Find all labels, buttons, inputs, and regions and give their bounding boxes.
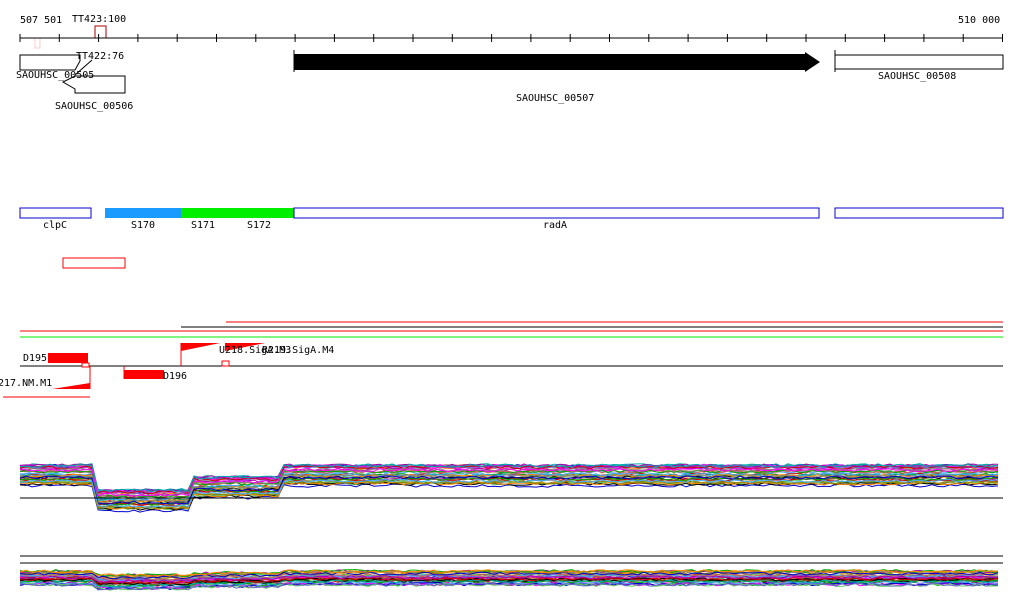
ruler-end-label: 510 000: [958, 15, 1000, 26]
motif-M1[interactable]: [52, 383, 90, 389]
motif-D196[interactable]: [124, 370, 164, 379]
tss-marker[interactable]: [94, 25, 107, 39]
segment-label: radA: [543, 220, 567, 231]
expression-traces-lower: [19, 568, 999, 591]
expression-traces-upper: [19, 463, 999, 513]
motif-label: 217.NM.M1: [0, 378, 52, 389]
segment-label: clpC: [43, 220, 67, 231]
browser-canvas: 507 501 510 000 TT423:100 SAOUHSC_00505 …: [0, 14, 1004, 591]
gene-label: SAOUHSC_00506: [55, 101, 133, 112]
gene-arrow-00507[interactable]: [294, 52, 820, 72]
tss-bottom-label: TT422:76: [76, 51, 124, 62]
segment-label: S170: [131, 220, 155, 231]
tss-marker-faint[interactable]: [34, 37, 41, 49]
motif-label: R219.SigA.M4: [262, 345, 334, 356]
motif-D195[interactable]: [48, 353, 88, 363]
segment-S170[interactable]: [105, 208, 181, 218]
gene-box-00508[interactable]: [834, 54, 1004, 70]
gene-label: SAOUHSC_00508: [878, 71, 956, 82]
ruler-start-label: 507 501: [20, 15, 62, 26]
segment-unnamed[interactable]: [834, 207, 1004, 219]
motif-M3[interactable]: [181, 343, 220, 351]
gene-label: SAOUHSC_00507: [516, 93, 594, 104]
feature-box[interactable]: [62, 257, 126, 269]
genome-browser: 507 501 510 000 TT423:100 SAOUHSC_00505 …: [0, 0, 1024, 611]
motif-label: D195: [23, 353, 47, 364]
gene-arrow-00505[interactable]: [19, 54, 81, 71]
tss-top-label: TT423:100: [72, 14, 126, 25]
motif-label: D196: [163, 371, 187, 382]
segment-label: S171: [191, 220, 215, 231]
segment-label: S172: [247, 220, 271, 231]
segment-radA[interactable]: [293, 207, 820, 219]
segment-clpC[interactable]: [19, 207, 92, 219]
segment-S171-S172[interactable]: [181, 208, 294, 218]
